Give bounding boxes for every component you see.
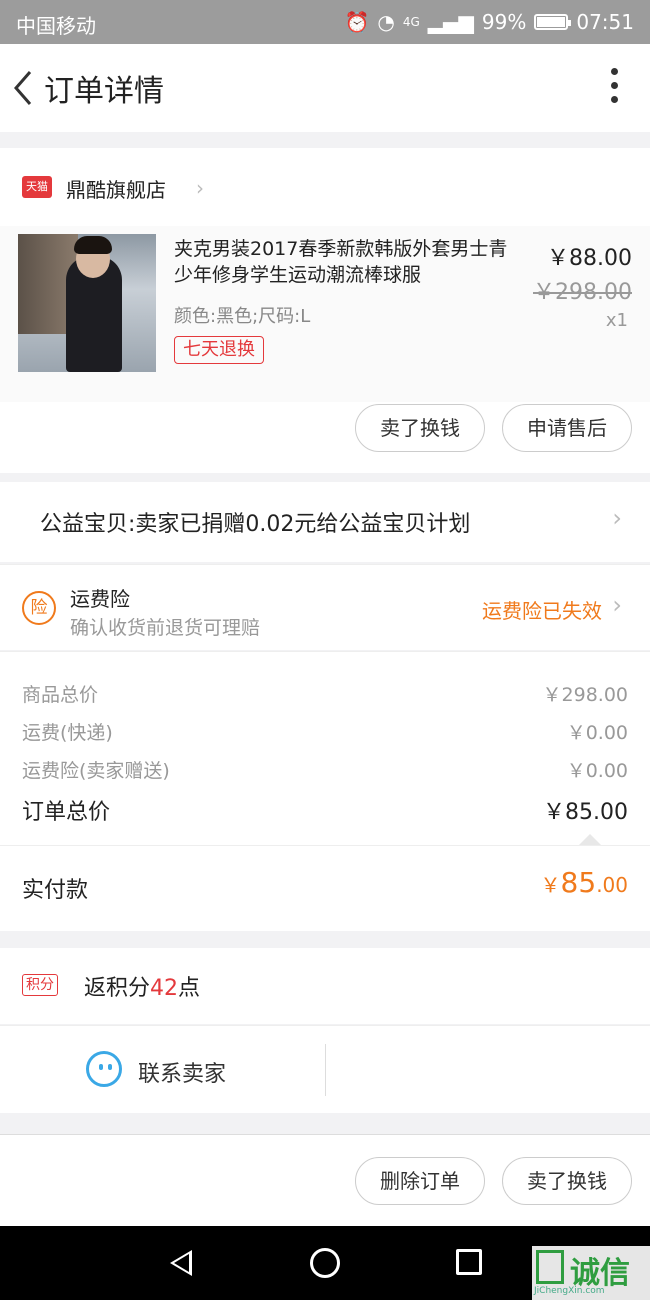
back-arrow-icon[interactable] <box>8 66 40 110</box>
charity-row[interactable]: 公益宝贝:卖家已捐赠0.02元给公益宝贝计划 › <box>0 482 650 562</box>
items-total-value: ￥298.00 <box>542 684 628 706</box>
shipping-value: ￥0.00 <box>566 722 628 744</box>
shipping-label: 运费(快递) <box>22 722 113 744</box>
insurance-subtitle: 确认收货前退货可理赔 <box>70 617 261 639</box>
chevron-right-icon: › <box>612 591 622 619</box>
after-sale-button[interactable]: 申请售后 <box>502 404 632 452</box>
divider <box>325 1044 326 1096</box>
product-row[interactable]: 夹克男装2017春季新款韩版外套男士青少年修身学生运动潮流棒球服 颜色:黑色;尺… <box>0 226 650 402</box>
status-icons: ⏰ ◔ 4G ▂▄▆ 99% 07:51 <box>344 10 634 34</box>
insurance-fee-row: 运费险(卖家赠送) ￥0.00 <box>22 756 628 783</box>
product-price: ￥88.00 <box>547 246 632 271</box>
bottom-action-bar: 删除订单 卖了换钱 <box>0 1134 650 1226</box>
product-title[interactable]: 夹克男装2017春季新款韩版外套男士青少年修身学生运动潮流棒球服 <box>174 236 514 288</box>
tmall-icon: 天猫 <box>22 176 52 198</box>
points-count: 42 <box>150 976 179 1001</box>
points-text: 返积分42点 <box>84 970 200 1002</box>
points-prefix: 返积分 <box>84 976 151 1001</box>
points-row: 积分 返积分42点 <box>0 948 650 1024</box>
actual-payment-amount: ￥85.00 <box>541 866 628 899</box>
sell-for-cash-button[interactable]: 卖了换钱 <box>502 1157 632 1205</box>
product-original-price: ￥298.00 <box>533 280 632 305</box>
status-bar: 中国移动 ⏰ ◔ 4G ▂▄▆ 99% 07:51 <box>0 0 650 44</box>
insurance-status: 运费险已失效 <box>482 599 602 623</box>
points-badge: 积分 <box>22 974 58 996</box>
product-image[interactable] <box>18 234 156 372</box>
return-policy-badge: 七天退换 <box>174 336 264 364</box>
alarm-icon: ⏰ <box>344 10 370 34</box>
amount-decimal: .00 <box>596 873 628 897</box>
product-spec: 颜色:黑色;尺码:L <box>174 306 311 327</box>
delete-order-button[interactable]: 删除订单 <box>355 1157 485 1205</box>
currency-symbol: ￥ <box>540 873 561 897</box>
battery-percent: 99% <box>481 10 527 34</box>
battery-icon <box>534 14 572 30</box>
insurance-title: 运费险 <box>70 587 130 611</box>
contact-seller-button[interactable]: 联系卖家 <box>138 1056 226 1088</box>
back-icon[interactable] <box>170 1250 192 1276</box>
order-total-value: ￥85.00 <box>543 800 628 825</box>
shop-name[interactable]: 鼎酷旗舰店 <box>66 174 166 203</box>
watermark-url: JiChengXin.com <box>534 1286 605 1296</box>
nav-bar: 订单详情 <box>0 44 650 132</box>
battery-fill <box>537 17 566 27</box>
clock: 07:51 <box>576 10 634 34</box>
items-total-row: 商品总价 ￥298.00 <box>22 680 628 707</box>
shipping-insurance-row[interactable]: 险 运费险 确认收货前退货可理赔 运费险已失效 › <box>0 564 650 650</box>
items-total-label: 商品总价 <box>22 684 99 706</box>
signal-icon: ▂▄▆ <box>427 10 474 34</box>
wifi-icon: ◔ <box>377 10 395 34</box>
price-summary: 商品总价 ￥298.00 运费(快递) ￥0.00 运费险(卖家赠送) ￥0.0… <box>0 651 650 846</box>
product-quantity: x1 <box>605 310 628 331</box>
home-icon[interactable] <box>310 1248 340 1278</box>
shipping-row: 运费(快递) ￥0.00 <box>22 718 628 745</box>
order-total-label: 订单总价 <box>22 800 111 825</box>
points-suffix: 点 <box>178 976 201 1001</box>
chat-icon[interactable] <box>86 1051 122 1087</box>
more-options-icon[interactable] <box>608 68 620 108</box>
actual-payment-label: 实付款 <box>22 878 89 903</box>
order-total-row: 订单总价 ￥85.00 <box>22 794 628 826</box>
page-title: 订单详情 <box>44 74 164 109</box>
chevron-right-icon[interactable]: › <box>196 176 204 200</box>
network-type: 4G <box>402 15 420 29</box>
sell-for-cash-button[interactable]: 卖了换钱 <box>355 404 485 452</box>
carrier-name: 中国移动 <box>16 14 96 38</box>
charity-text: 公益宝贝:卖家已捐赠0.02元给公益宝贝计划 <box>40 512 471 537</box>
actual-payment-row: 实付款 ￥85.00 <box>0 845 650 931</box>
order-item-card: 天猫 鼎酷旗舰店 › 夹克男装2017春季新款韩版外套男士青少年修身学生运动潮流… <box>0 148 650 473</box>
amount-integer: 85 <box>560 866 597 899</box>
contact-row: 联系卖家 <box>0 1025 650 1113</box>
watermark-logo: 诚信 JiChengXin.com <box>532 1246 650 1300</box>
chevron-right-icon: › <box>612 504 622 532</box>
watermark-logo-icon <box>536 1250 564 1284</box>
insurance-fee-value: ￥0.00 <box>566 760 628 782</box>
insurance-fee-label: 运费险(卖家赠送) <box>22 760 170 782</box>
recents-icon[interactable] <box>456 1249 482 1275</box>
insurance-icon: 险 <box>22 591 56 625</box>
